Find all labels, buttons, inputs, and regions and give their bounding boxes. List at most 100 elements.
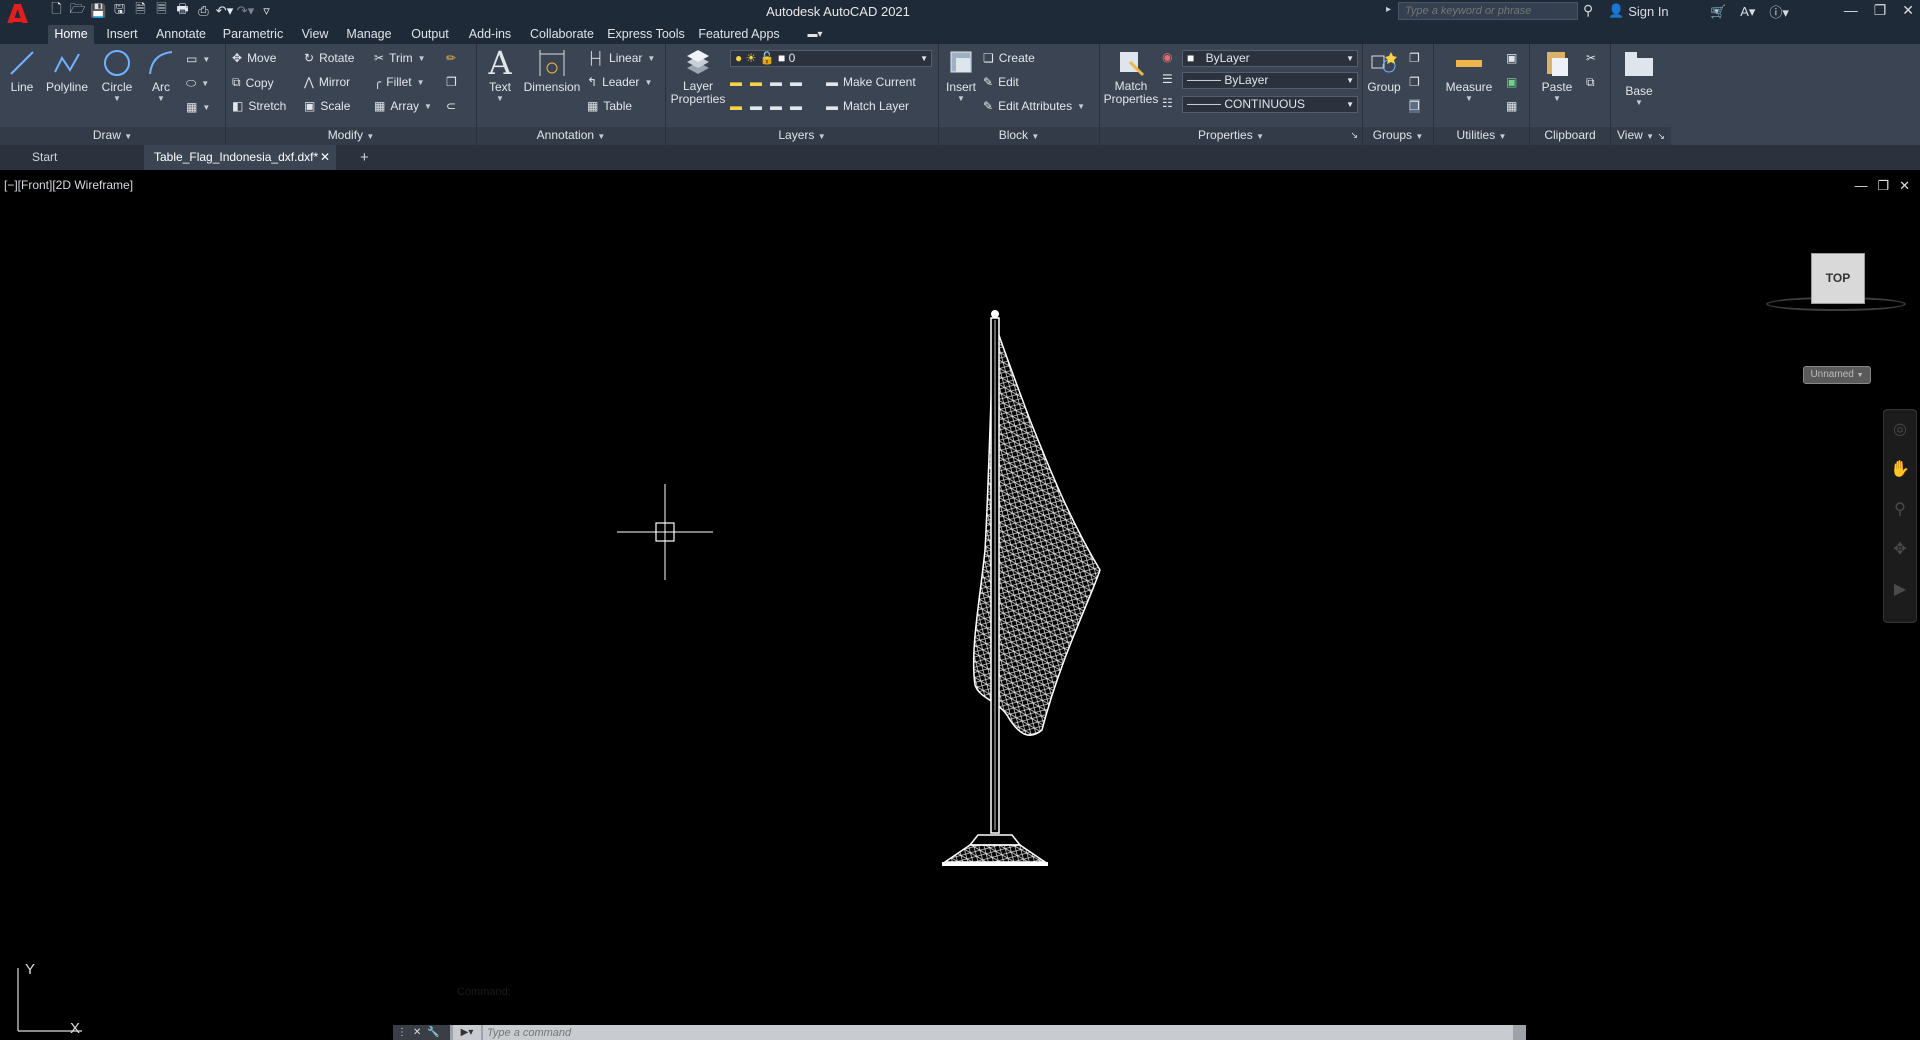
showmotion-icon[interactable]: ▶ [1884,570,1916,610]
chevron-down-icon[interactable]: ▼ [418,54,426,63]
array-button[interactable]: ▦ Array ▼ [374,99,432,113]
scale-button[interactable]: ▣ Scale [304,99,350,113]
chevron-down-icon[interactable]: ▼ [417,78,425,87]
pan-icon[interactable]: ✋ [1884,450,1916,490]
paste-button[interactable]: Paste ▼ [1532,48,1582,103]
stretch-button[interactable]: ◧ Stretch [232,99,286,113]
quick-select-icon[interactable]: ▣ [1506,51,1517,65]
sign-in-button[interactable]: 👤 Sign In ▼ [1608,3,1721,19]
cut-icon[interactable]: ✂ [1586,51,1596,65]
make-current-button[interactable]: ▬ Make Current [826,75,916,89]
boundary-button[interactable]: ▦ ▼ [186,100,210,114]
group-button[interactable]: Group [1365,48,1403,94]
group-selection-icon[interactable]: ❐ [1409,99,1420,113]
dimension-button[interactable]: Dimension [521,48,583,94]
close-tab-icon[interactable]: ✕ [320,145,330,170]
match-properties-button[interactable]: Match Properties [1102,48,1160,106]
view-panel-title[interactable]: View ▼ ↘ [1611,127,1671,145]
chevron-down-icon[interactable]: ▼ [201,79,209,88]
mirror-button[interactable]: ⋀ Mirror [304,75,350,89]
autodesk-app-icon[interactable]: A▾ [1740,4,1755,20]
chevron-down-icon[interactable]: ▼ [96,94,138,103]
linear-button[interactable]: ├┤ Linear ▼ [587,51,655,65]
rotate-button[interactable]: ↻ Rotate [304,51,354,65]
steering-wheel-icon[interactable]: ◎ [1884,410,1916,450]
viewcube[interactable]: TOP [1811,253,1865,304]
chevron-down-icon[interactable]: ▼ [647,54,655,63]
tab-annotate[interactable]: Annotate [152,25,210,44]
offset-button[interactable]: ⊂ [446,99,456,113]
groups-panel-title[interactable]: Groups ▼ [1363,127,1433,145]
annotation-panel-title[interactable]: Annotation ▼ [477,127,665,145]
chevron-down-icon[interactable]: ▼ [1346,73,1354,88]
group-edit-icon[interactable]: ❐ [1409,75,1420,89]
create-block-button[interactable]: ❏ Create [983,51,1035,65]
trim-button[interactable]: ✂ Trim ▼ [374,51,426,65]
copy-clip-icon[interactable]: ⧉ [1586,75,1595,90]
search-input[interactable] [1398,2,1578,20]
linetype-dropdown[interactable]: ──── CONTINUOUS ▼ [1182,96,1358,113]
close-command-icon[interactable]: ✕ [413,1027,421,1038]
tab-parametric[interactable]: Parametric [218,25,288,44]
select-all-icon[interactable]: ▣ [1506,75,1517,89]
close-viewport-icon[interactable]: ✕ [1899,178,1910,194]
utilities-panel-title[interactable]: Utilities ▼ [1434,127,1529,145]
recent-commands-icon[interactable]: ▶▾ [453,1025,481,1040]
layer-lock-icon[interactable]: ▬ [790,75,802,89]
chevron-down-icon[interactable]: ▼ [202,55,210,64]
chevron-down-icon[interactable]: ▼ [142,94,180,103]
edit-attributes-button[interactable]: ✎ Edit Attributes ▼ [983,99,1085,113]
search-expand-icon[interactable]: ▸ [1386,4,1391,15]
circle-button[interactable]: Circle ▼ [96,48,138,103]
insert-block-button[interactable]: Insert ▼ [941,48,981,103]
polyline-button[interactable]: Polyline [42,48,92,94]
lineweight-dropdown[interactable]: ──── ByLayer ▼ [1182,72,1358,89]
chevron-down-icon[interactable]: ▼ [202,103,210,112]
chevron-down-icon[interactable]: ▼ [1077,102,1085,111]
chevron-down-icon[interactable]: ▼ [1438,94,1500,103]
modify-panel-title[interactable]: Modify ▼ [226,127,476,145]
color-dropdown[interactable]: ■ ByLayer ▼ [1182,50,1358,67]
properties-panel-title[interactable]: Properties ▼ ↘ [1100,127,1362,145]
orbit-icon[interactable]: ✥ [1884,530,1916,570]
layer-dropdown[interactable]: ● ☀ 🔓 ■ 0 ▼ [730,50,932,67]
layer-freeze-icon[interactable]: ▬ [770,75,782,89]
command-input[interactable] [483,1025,1513,1040]
viewport-controls-label[interactable]: [−][Front][2D Wireframe] [4,178,133,192]
tab-manage[interactable]: Manage [342,25,396,44]
layer-thaw-icon[interactable]: ▬ [770,99,782,113]
restore-viewport-icon[interactable]: ❐ [1877,178,1889,194]
tab-home[interactable]: Home [48,25,94,44]
line-button[interactable]: Line [4,48,40,94]
help-icon[interactable]: ⓘ▾ [1769,2,1789,21]
close-icon[interactable]: ✕ [1902,2,1914,19]
tab-express-tools[interactable]: Express Tools [606,25,686,44]
dialog-launcher-icon[interactable]: ↘ [1657,131,1665,141]
restore-icon[interactable]: ❐ [1874,2,1887,19]
layer-unlock-icon[interactable]: ▬ [790,99,802,113]
move-button[interactable]: ✥ Move [232,51,276,65]
layer-properties-button[interactable]: Layer Properties [668,48,728,106]
dialog-launcher-icon[interactable]: ↘ [1350,127,1358,144]
layer-off-icon[interactable]: ▬ [730,75,742,89]
tab-active-drawing[interactable]: Table_Flag_Indonesia_dxf.dxf* ✕ [144,145,336,170]
chevron-down-icon[interactable]: ▼ [1532,94,1582,103]
copy-button[interactable]: ⧉ Copy [232,75,274,90]
arc-button[interactable]: Arc ▼ [142,48,180,103]
tab-start[interactable]: Start [22,145,140,170]
layer-isolate-icon[interactable]: ▬ [750,75,762,89]
chevron-down-icon[interactable]: ▼ [644,78,652,87]
search-icon[interactable]: ⚲ [1583,2,1593,19]
tab-output[interactable]: Output [404,25,456,44]
color-wheel-icon[interactable]: ◉ [1162,50,1172,64]
fillet-button[interactable]: ╭ Fillet ▼ [374,75,425,89]
chevron-down-icon[interactable]: ▼ [424,102,432,111]
chevron-down-icon[interactable]: ▼ [1615,98,1663,107]
chevron-down-icon[interactable]: ▼ [1346,51,1354,66]
edit-block-button[interactable]: ✎ Edit [983,75,1019,89]
cart-icon[interactable]: 🛒 [1710,4,1726,20]
ungroup-icon[interactable]: ❐ [1409,51,1420,65]
explode-button[interactable]: ❐ [446,75,457,89]
ribbon-minimize-icon[interactable]: ▬▾ [800,25,830,44]
zoom-extents-icon[interactable]: ⚲ [1884,490,1916,530]
